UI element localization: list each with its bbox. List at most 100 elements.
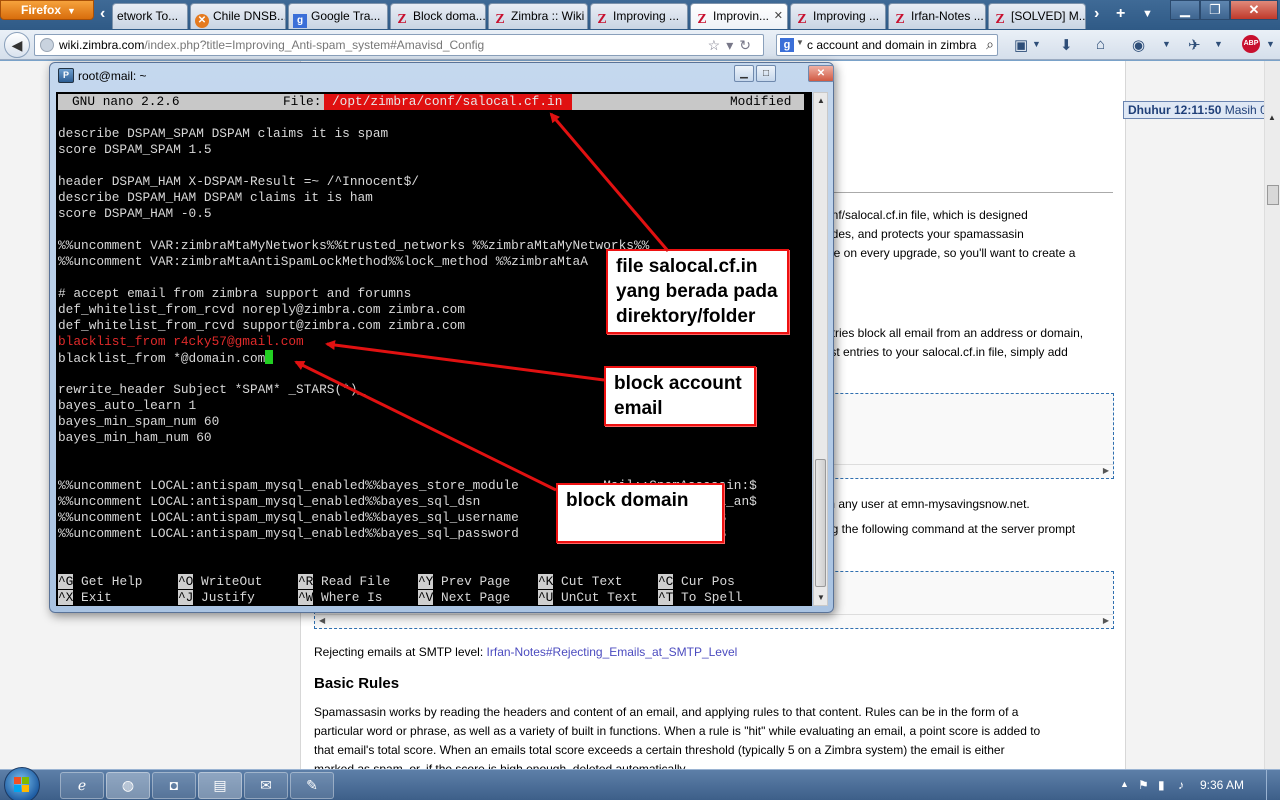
firefox-menu-label: Firefox	[21, 3, 62, 17]
scroll-down-arrow-icon[interactable]: ▼	[817, 593, 825, 602]
window-minimize-button[interactable]: ▁	[1170, 0, 1200, 20]
tab-improving-1[interactable]: Z Improving ...	[590, 3, 688, 29]
window-restore-button[interactable]: ❐	[1200, 0, 1230, 20]
tab-chile-dnsbl[interactable]: ✕ Chile DNSB...	[190, 3, 286, 29]
url-dropdown-icon[interactable]: ▾	[726, 37, 739, 53]
editor-line: # accept email from zimbra support and f…	[58, 286, 412, 301]
page-icon: ✕	[195, 14, 209, 28]
tab-label: etwork To...	[117, 9, 179, 23]
reload-icon[interactable]: ↻	[739, 37, 757, 53]
section-divider	[825, 192, 1113, 193]
start-button[interactable]	[4, 767, 40, 800]
article-text: m any user at emn-mysavingsnow.net.	[825, 497, 1030, 511]
putty-icon[interactable]: ▤	[198, 772, 242, 799]
volume-icon[interactable]: ♪	[1178, 778, 1184, 792]
tab-label: Block doma...	[413, 9, 486, 23]
rejecting-note: Rejecting emails at SMTP level: Irfan-No…	[314, 645, 738, 659]
bookmarks-icon[interactable]: ▣	[1014, 36, 1028, 54]
firefox-menu-button[interactable]: Firefox ▼	[0, 0, 94, 20]
editor-line: rewrite_header Subject *SPAM* _STARS(*)_	[58, 382, 366, 397]
search-bar[interactable]: g ▼ c account and domain in zimbra ⌕	[776, 34, 998, 56]
flag-icon[interactable]: ⚑	[1138, 778, 1149, 792]
tray-expand-icon[interactable]: ▲	[1120, 779, 1129, 789]
notepad-icon[interactable]: ✎	[290, 772, 334, 799]
editor-line: def_whitelist_from_rcvd support@zimbra.c…	[58, 318, 466, 333]
tab-network-tools[interactable]: etwork To...	[112, 3, 188, 29]
editor-line: header DSPAM_HAM X-DSPAM-Result =~ /^Inn…	[58, 174, 419, 189]
terminal-scrollbar[interactable]: ▲ ▼	[813, 92, 828, 606]
tab-list-icon[interactable]: ▼	[1142, 8, 1153, 20]
search-icon[interactable]: ⌕	[986, 36, 994, 53]
internet-explorer-icon[interactable]: ℯ	[60, 772, 104, 799]
shortcut-where-is: ^W Where Is	[298, 590, 383, 605]
zimbra-icon: Z	[397, 12, 407, 27]
page-scrollbar-thumb[interactable]	[1267, 185, 1279, 205]
tab-solved[interactable]: Z [SOLVED] M...	[988, 3, 1086, 29]
article-text: ades, and protects your spamassasin	[825, 227, 1024, 241]
terminal-close-button[interactable]: ✕	[808, 65, 834, 82]
terminal-scrollbar-thumb[interactable]	[815, 459, 826, 587]
scroll-up-arrow-icon[interactable]: ▲	[817, 96, 825, 105]
chevron-down-icon[interactable]: ▼	[1162, 39, 1171, 49]
windows-logo-icon	[14, 777, 30, 793]
scroll-up-arrow-icon[interactable]: ▲	[1268, 113, 1276, 122]
terminal-maximize-button[interactable]: □	[756, 65, 776, 82]
putty-icon: P	[58, 68, 74, 83]
chevron-down-icon: ▼	[67, 6, 76, 16]
adblock-plus-icon[interactable]: ABP	[1242, 35, 1260, 53]
editor-line: describe DSPAM_SPAM DSPAM claims it is s…	[58, 126, 389, 141]
shortcut-cur-pos: ^C Cur Pos	[658, 574, 735, 589]
zimbra-icon: Z	[995, 12, 1005, 27]
prayer-time-widget: Dhuhur 12:11:50 Masih 02:	[1123, 101, 1280, 119]
chevron-down-icon[interactable]: ▼	[1032, 39, 1041, 49]
shortcut-read-file: ^R Read File	[298, 574, 391, 589]
outlook-icon[interactable]: ◘	[152, 772, 196, 799]
tab-block-domain[interactable]: Z Block doma...	[390, 3, 486, 29]
page-scrollbar[interactable]: ▲	[1264, 61, 1280, 769]
shortcut-writeout: ^O WriteOut	[178, 574, 263, 589]
show-desktop-button[interactable]	[1266, 770, 1280, 800]
new-tab-icon[interactable]: +	[1116, 5, 1125, 23]
search-input[interactable]: c account and domain in zimbra	[807, 38, 976, 52]
nano-modified-status: Modified	[730, 94, 792, 109]
annotation-file-location: file salocal.cf.in yang berada pada dire…	[606, 249, 789, 334]
back-button[interactable]: ◀	[4, 32, 30, 58]
chevron-down-icon[interactable]: ▼	[1266, 39, 1275, 49]
firefox-icon[interactable]: ◍	[106, 772, 150, 799]
thunderbird-icon[interactable]: ✉	[244, 772, 288, 799]
tools-icon[interactable]: ✈	[1188, 36, 1201, 54]
tab-zimbra-wiki[interactable]: Z Zimbra :: Wiki	[488, 3, 588, 29]
url-bar[interactable]: wiki.zimbra.com/index.php?title=Improvin…	[34, 34, 764, 56]
url-path: /index.php?title=Improving_Anti-spam_sys…	[144, 38, 485, 52]
nano-file-label: File:	[283, 94, 322, 109]
tab-label: Improving ...	[613, 9, 680, 23]
tab-scroll-right-icon[interactable]: ›	[1094, 5, 1099, 23]
home-icon[interactable]: ⌂	[1096, 36, 1105, 53]
taskbar-clock[interactable]: 9:36 AM	[1200, 778, 1244, 792]
downloads-icon[interactable]: ⬇	[1060, 36, 1073, 54]
tab-label: Chile DNSB...	[213, 9, 286, 23]
scroll-right-arrow-icon[interactable]: ▶	[1103, 616, 1109, 625]
tab-label: Improving ...	[813, 9, 880, 23]
window-close-button[interactable]: ✕	[1230, 0, 1278, 20]
tab-improving-3[interactable]: Z Improving ...	[790, 3, 886, 29]
scroll-left-arrow-icon[interactable]: ◀	[319, 616, 325, 625]
terminal-minimize-button[interactable]: ▁	[734, 65, 754, 82]
bookmark-star-icon[interactable]: ☆	[708, 37, 727, 53]
firefox-titlebar: Firefox ▼ ‹ etwork To... ✕ Chile DNSB... g…	[0, 0, 1280, 30]
terminal-title: root@mail: ~	[78, 69, 147, 83]
network-icon[interactable]: ▮	[1158, 778, 1165, 792]
close-tab-icon[interactable]: ✕	[774, 9, 783, 22]
irfan-notes-link[interactable]: Irfan-Notes#Rejecting_Emails_at_SMTP_Lev…	[487, 645, 738, 659]
code-block-scrollbar[interactable]: ◀▶	[315, 614, 1113, 628]
addon-icon[interactable]: ◉	[1132, 36, 1145, 54]
tab-label: Zimbra :: Wiki	[511, 9, 585, 23]
chevron-down-icon[interactable]: ▼	[1214, 39, 1223, 49]
tab-improving-active[interactable]: Z Improvin... ✕	[690, 3, 788, 29]
editor-line: %%uncomment VAR:zimbraMtaMyNetworks%%tru…	[58, 238, 650, 253]
tab-scroll-left-icon[interactable]: ‹	[100, 5, 105, 23]
tab-google-translate[interactable]: g Google Tra...	[288, 3, 388, 29]
scroll-right-arrow-icon[interactable]: ▶	[1103, 466, 1109, 475]
shortcut-get-help: ^G Get Help	[58, 574, 143, 589]
tab-irfan-notes[interactable]: Z Irfan-Notes ...	[888, 3, 986, 29]
